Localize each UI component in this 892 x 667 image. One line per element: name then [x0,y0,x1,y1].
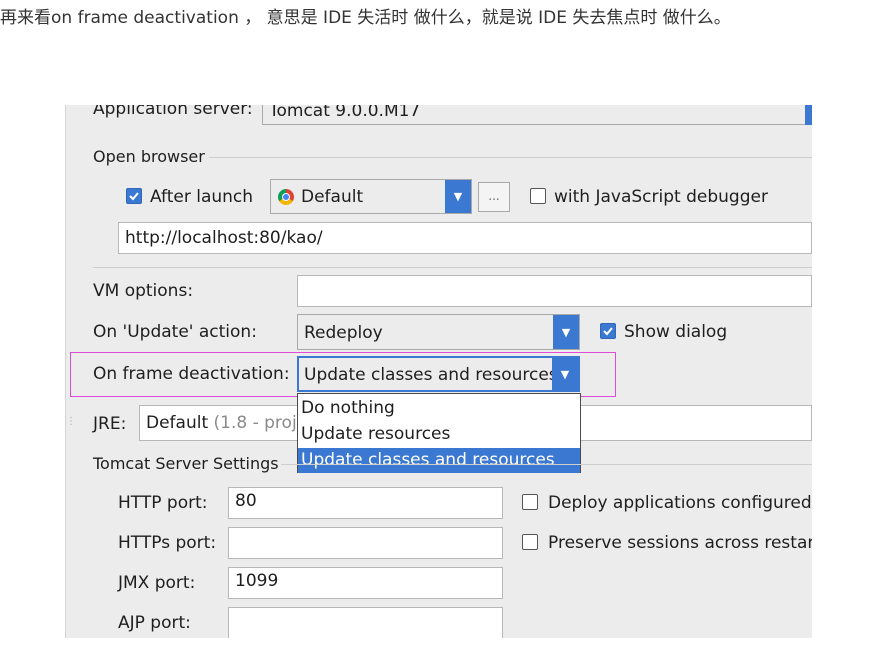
on-frame-deactivation-label: On frame deactivation: [93,364,290,384]
application-server-combo[interactable]: Tomcat 9.0.0.M17 [262,105,812,125]
show-dialog-checkbox[interactable] [600,323,616,339]
run-configuration-panel: Application server: Tomcat 9.0.0.M17 Ope… [65,105,812,638]
js-debugger-label: with JavaScript debugger [554,187,768,207]
browser-value: Default [301,187,364,207]
ajp-port-input[interactable] [228,607,503,638]
page-caption: 再来看on frame deactivation ， 意思是 IDE 失活时 做… [0,8,731,28]
jre-label: JRE: [93,414,127,434]
check-icon [603,327,613,336]
http-port-label: HTTP port: [118,493,208,513]
on-update-value: Redeploy [304,323,383,343]
tomcat-settings-section-label: Tomcat Server Settings [93,454,279,473]
https-port-input[interactable] [228,527,503,559]
https-port-label: HTTPs port: [118,533,217,553]
url-value: http://localhost:80/kao/ [125,228,323,248]
on-update-label: On 'Update' action: [93,322,257,342]
http-port-input[interactable]: 80 [228,487,503,519]
after-launch-label: After launch [150,187,254,207]
application-server-value: Tomcat 9.0.0.M17 [269,105,421,121]
preserve-sessions-checkbox[interactable] [522,534,538,550]
frame-deactivation-dropdown[interactable]: Do nothing Update resources Update class… [297,393,581,473]
open-browser-section-label: Open browser [93,147,205,166]
on-frame-deactivation-value: Update classes and resources [304,365,558,385]
dropdown-option-update-resources[interactable]: Update resources [298,422,580,447]
chrome-icon [278,189,294,205]
jre-value: Default [146,413,209,433]
preserve-sessions-label: Preserve sessions across restarts [548,533,812,553]
chevron-down-icon: ▼ [552,358,578,390]
open-browser-divider [209,157,812,158]
on-update-combo[interactable]: Redeploy ▼ [297,314,580,350]
jmx-port-label: JMX port: [118,573,196,593]
jre-hint: (1.8 - proj [213,413,297,433]
tomcat-settings-divider [281,464,812,465]
vm-options-input[interactable] [297,275,812,307]
dropdown-option-do-nothing[interactable]: Do nothing [298,396,580,421]
application-server-label: Application server: [93,105,253,119]
drag-handle-icon[interactable]: ⋮ [66,417,76,441]
after-launch-checkbox[interactable] [126,188,142,204]
browse-button[interactable]: ... [478,182,510,212]
browser-combo[interactable]: Default ▼ [270,179,472,214]
deploy-apps-checkbox[interactable] [522,494,538,510]
url-input[interactable]: http://localhost:80/kao/ [118,222,812,254]
application-server-arrow[interactable] [805,105,812,125]
on-frame-deactivation-combo[interactable]: Update classes and resources ▼ [297,356,580,392]
dropdown-option-update-classes-and-resources[interactable]: Update classes and resources [298,448,580,473]
chevron-down-icon: ▼ [445,180,471,213]
ajp-port-label: AJP port: [118,613,191,633]
chevron-down-icon: ▼ [553,315,579,349]
vm-options-label: VM options: [93,281,194,301]
js-debugger-checkbox[interactable] [530,188,546,204]
deploy-apps-label: Deploy applications configured [548,493,812,513]
jmx-port-input[interactable]: 1099 [228,567,503,599]
url-divider [93,267,812,268]
show-dialog-label: Show dialog [624,322,728,342]
check-icon [129,192,139,201]
